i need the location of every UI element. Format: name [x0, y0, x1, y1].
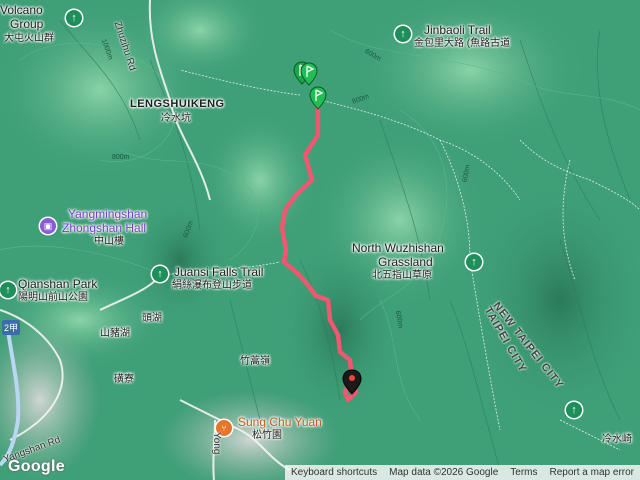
qianshan-zh-label: 陽明山前山公園	[18, 292, 88, 303]
zhongshan-hall-label-2: Zhongshan Hall	[62, 221, 147, 235]
jinbaoli-zh-label: 金包里大路 (魚路古道	[414, 38, 511, 49]
lengshuiqi-label: 冷水崎	[602, 434, 632, 445]
terms-link[interactable]: Terms	[504, 467, 543, 478]
wuzhishan-label-1: North Wuzhishan	[352, 241, 444, 255]
lengshuikeng-zh-label: 冷水坑	[161, 113, 191, 124]
datun-zh-label: 大屯火山群	[4, 33, 54, 44]
yong-rd-label: Yong	[211, 432, 222, 455]
jinbaoli-trail-label: Jinbaoli Trail	[424, 23, 491, 37]
juansi-falls-label: Juansi Falls Trail	[174, 265, 264, 279]
contour-label: 800m	[112, 154, 130, 161]
huangliao-label: 磺寮	[114, 374, 134, 385]
toutouhu-label: 頭湖	[142, 313, 162, 324]
jinbaoli-trail-hiker-icon[interactable]	[395, 26, 411, 42]
lengshuiqi-hiker-icon[interactable]	[566, 402, 582, 418]
datun-volcano-label: Volcano	[0, 3, 43, 17]
zhongshan-hall-camera-icon[interactable]	[40, 218, 56, 234]
keyboard-shortcuts-link[interactable]: Keyboard shortcuts	[285, 467, 383, 478]
zhongshan-zh-label: 中山樓	[94, 236, 124, 247]
datun-group-label: Group	[10, 17, 44, 31]
lengshuikeng-label: LENGSHUIKENG	[130, 98, 225, 110]
route-2-badge: 2甲	[2, 320, 21, 335]
sung-chu-yuan-label: Sung Chu Yuan	[238, 415, 322, 429]
wuzhishan-grassland-hiker-icon[interactable]	[466, 254, 482, 270]
report-map-error-link[interactable]: Report a map error	[544, 467, 640, 478]
sung-chu-yuan-zh-label: 松竹園	[252, 430, 282, 441]
zhuhaoling-label: 竹蒿嶺	[240, 356, 270, 367]
qianshan-park-label: Qianshan Park	[18, 277, 98, 291]
qianshan-park-hiker-icon[interactable]	[0, 282, 16, 298]
zhongshan-hall-label-1: Yangmingshan	[68, 207, 148, 221]
wuzhishan-zh-label: 北五指山草原	[372, 270, 432, 281]
shanzhuhu-label: 山豬湖	[100, 328, 130, 339]
datun-volcano-hiker-icon[interactable]	[66, 10, 82, 26]
google-logo: Google	[8, 458, 65, 475]
map-footer: Keyboard shortcuts Map data ©2026 Google…	[284, 465, 640, 480]
map-data-attribution: Map data ©2026 Google	[389, 467, 499, 478]
wuzhishan-label-2: Grassland	[378, 255, 433, 269]
juansi-falls-hiker-icon[interactable]	[152, 266, 168, 282]
juansi-zh-label: 絹絲瀑布登山步道	[172, 280, 252, 291]
